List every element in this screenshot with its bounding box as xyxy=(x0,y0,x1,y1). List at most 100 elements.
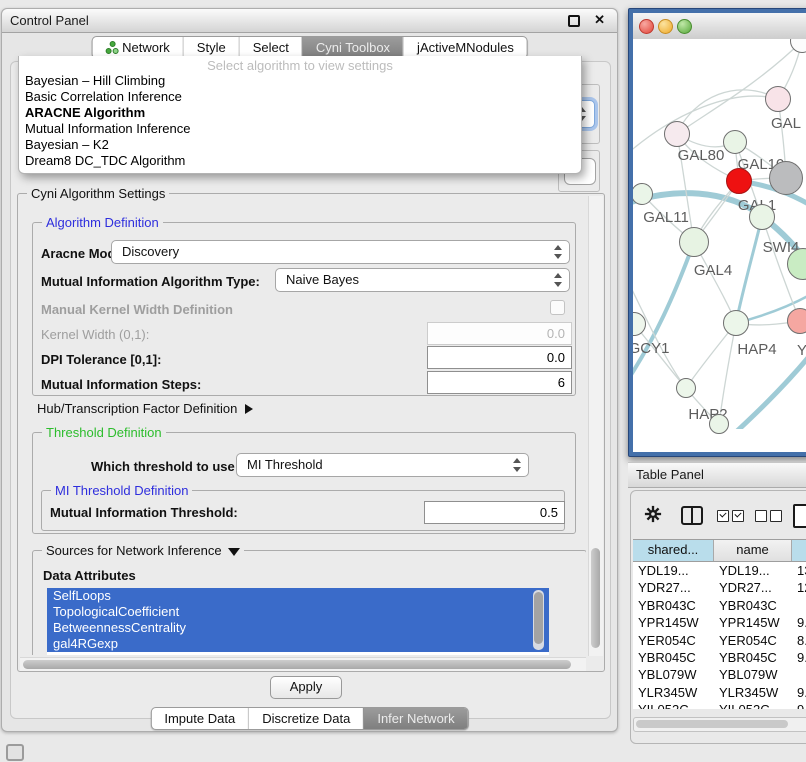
data-attributes-list[interactable]: SelfLoopsTopologicalCoefficientBetweenne… xyxy=(47,588,549,655)
unchecked-checkbox-icon[interactable] xyxy=(770,510,782,522)
tab-cyni-toolbox[interactable]: Cyni Toolbox xyxy=(302,37,403,58)
mi-type-combo[interactable]: Naive Bayes xyxy=(275,268,570,292)
mi-type-label: Mutual Information Algorithm Type: xyxy=(41,274,260,289)
table-row[interactable]: YIL052CYIL052C9. xyxy=(633,701,806,709)
algorithm-option[interactable]: Bayesian – Hill Climbing xyxy=(19,73,581,89)
settings-hscroll-thumb[interactable] xyxy=(23,660,571,669)
settings-horizontal-scrollbar[interactable] xyxy=(20,657,586,671)
mi-steps-field[interactable]: 6 xyxy=(427,371,572,394)
table-panel-body: shared...nameA YDL19...YDL19...13YDR27..… xyxy=(630,490,806,744)
algorithm-option[interactable]: ARACNE Algorithm xyxy=(19,105,581,121)
table-horizontal-scrollbar[interactable] xyxy=(633,717,806,732)
close-traffic-light-icon[interactable] xyxy=(639,19,654,34)
aracne-mode-combo[interactable]: Discovery xyxy=(111,240,570,264)
mi-steps-label: Mutual Information Steps: xyxy=(41,377,201,392)
attributes-scrollbar-thumb[interactable] xyxy=(534,592,543,644)
data-attribute-item[interactable]: gal4RGexp xyxy=(47,636,549,652)
table-panel-title: Table Panel xyxy=(636,467,704,482)
table-row[interactable]: YBR045CYBR045C9. xyxy=(633,649,806,666)
checked-checkbox-icon[interactable] xyxy=(717,510,729,522)
table-row[interactable]: YBL079WYBL079W xyxy=(633,666,806,683)
float-window-icon[interactable] xyxy=(568,15,580,27)
settings-scroll-area: Algorithm Definition Aracne Mode: Discov… xyxy=(20,197,586,655)
document-icon[interactable] xyxy=(793,504,806,528)
column-header[interactable]: shared... xyxy=(633,540,714,561)
network-node[interactable] xyxy=(709,414,729,434)
manual-kernel-checkbox[interactable] xyxy=(550,300,565,315)
mi-threshold-label: Mutual Information Threshold: xyxy=(50,505,238,520)
threshold-definition-group: Threshold Definition Which threshold to … xyxy=(32,432,576,534)
node-hap4[interactable] xyxy=(723,310,749,336)
data-attribute-item[interactable]: TopologicalCoefficient xyxy=(47,604,549,620)
data-attributes-label: Data Attributes xyxy=(43,568,136,583)
node-hap2[interactable] xyxy=(676,378,696,398)
node-gal4[interactable] xyxy=(679,227,709,257)
node-swi4[interactable] xyxy=(749,204,775,230)
table-row[interactable]: YDR27...YDR27...12 xyxy=(633,579,806,596)
network-node[interactable] xyxy=(769,161,803,195)
tab-label: Infer Network xyxy=(377,708,454,729)
which-threshold-combo[interactable]: MI Threshold xyxy=(236,453,529,477)
algorithm-option[interactable]: Mutual Information Inference xyxy=(19,121,581,137)
node-gal1[interactable] xyxy=(726,168,752,194)
tab-label: jActiveMNodules xyxy=(417,37,514,58)
data-attribute-item[interactable]: BetweennessCentrality xyxy=(47,620,549,636)
node-gal10[interactable] xyxy=(723,130,747,154)
spinner-arrows-icon xyxy=(512,458,523,472)
algorithm-option[interactable]: Bayesian – K2 xyxy=(19,137,581,153)
which-threshold-value: MI Threshold xyxy=(247,457,323,472)
algorithm-dropdown-list: Bayesian – Hill ClimbingBasic Correlatio… xyxy=(19,73,581,169)
gear-icon[interactable] xyxy=(644,505,662,523)
hub-definition-expander[interactable]: Hub/Transcription Factor Definition xyxy=(37,401,253,416)
settings-vertical-scrollbar[interactable] xyxy=(588,196,603,656)
zoom-traffic-light-icon[interactable] xyxy=(677,19,692,34)
node-gal80[interactable] xyxy=(664,121,690,147)
network-canvas[interactable]: GALGAL80GAL10GAL1GAL11SWI4GAL4GCY1HAP4YH… xyxy=(633,39,806,452)
kernel-width-label: Kernel Width (0,1): xyxy=(41,327,149,342)
tab-infer-network[interactable]: Infer Network xyxy=(363,708,467,729)
tab-jactivemnodules[interactable]: jActiveMNodules xyxy=(403,37,527,58)
table-row[interactable]: YER054CYER054C8. xyxy=(633,632,806,649)
attributes-list-scrollbar[interactable] xyxy=(533,590,544,650)
control-panel-titlebar: Control Panel ✕ xyxy=(2,9,617,33)
table-cell xyxy=(792,597,806,614)
mi-threshold-field[interactable]: 0.5 xyxy=(424,501,565,524)
tab-impute-data[interactable]: Impute Data xyxy=(151,708,248,729)
dpi-tolerance-field[interactable]: 0.0 xyxy=(427,346,572,369)
tab-style[interactable]: Style xyxy=(183,37,239,58)
table-cell: YDR27... xyxy=(633,579,714,596)
node-gal[interactable] xyxy=(765,86,791,112)
node-y[interactable] xyxy=(787,308,806,334)
table-row[interactable]: YDL19...YDL19...13 xyxy=(633,562,806,579)
table-hscroll-thumb[interactable] xyxy=(636,720,788,728)
node-label-gal4: GAL4 xyxy=(694,262,732,279)
network-icon xyxy=(105,41,117,54)
table-cell: 9. xyxy=(792,649,806,666)
node-table: shared...nameA YDL19...YDL19...13YDR27..… xyxy=(633,539,806,709)
minimize-traffic-light-icon[interactable] xyxy=(658,19,673,34)
checked-checkbox-icon[interactable] xyxy=(732,510,744,522)
network-window-titlebar xyxy=(633,13,806,40)
settings-vscroll-thumb[interactable] xyxy=(591,548,600,648)
node-label-gal: GAL xyxy=(771,115,801,132)
apply-button[interactable]: Apply xyxy=(270,676,342,699)
algorithm-option[interactable]: Dream8 DC_TDC Algorithm xyxy=(19,153,581,169)
column-header[interactable]: name xyxy=(714,540,792,561)
tab-label: Impute Data xyxy=(164,708,235,729)
data-attribute-item[interactable]: SelfLoops xyxy=(47,588,549,604)
algorithm-option[interactable]: Basic Correlation Inference xyxy=(19,89,581,105)
tab-discretize-data[interactable]: Discretize Data xyxy=(248,708,363,729)
which-threshold-label: Which threshold to use: xyxy=(91,459,239,474)
columns-icon[interactable] xyxy=(681,506,703,525)
tab-network[interactable]: Network xyxy=(92,37,183,58)
table-row[interactable]: YPR145WYPR145W9. xyxy=(633,614,806,631)
unchecked-checkbox-icon[interactable] xyxy=(755,510,767,522)
close-icon[interactable]: ✕ xyxy=(594,12,605,28)
table-cell: YLR345W xyxy=(633,684,714,701)
table-row[interactable]: YLR345WYLR345W9. xyxy=(633,684,806,701)
table-row[interactable]: YBR043CYBR043C xyxy=(633,597,806,614)
spinner-arrows-icon xyxy=(553,273,564,287)
docked-panel-icon[interactable] xyxy=(6,744,24,761)
tab-select[interactable]: Select xyxy=(239,37,302,58)
column-header[interactable]: A xyxy=(792,540,806,561)
